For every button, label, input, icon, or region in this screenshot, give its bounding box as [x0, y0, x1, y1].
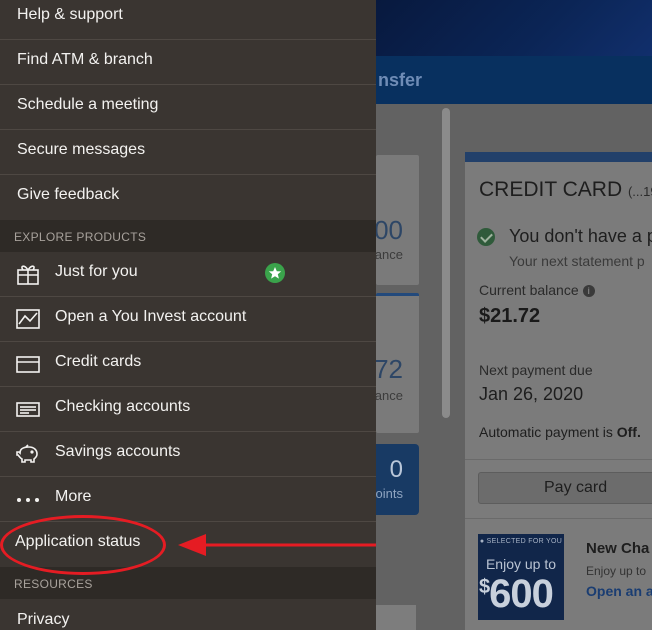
annotation-arrow-icon: [178, 534, 376, 556]
